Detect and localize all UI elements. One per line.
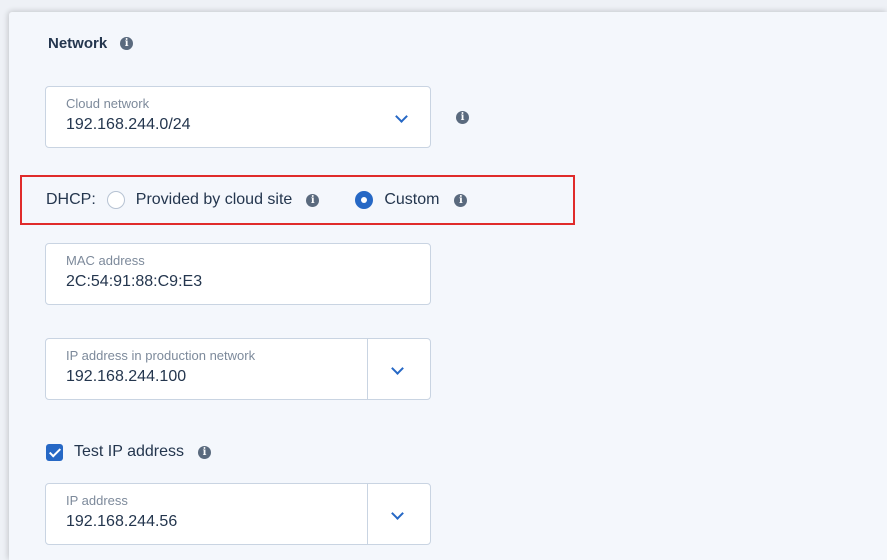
cloud-network-value: 192.168.244.0/24	[66, 116, 191, 133]
production-ip-value: 192.168.244.100	[66, 368, 187, 385]
info-icon[interactable]: i	[306, 193, 320, 207]
info-icon[interactable]: i	[120, 37, 134, 50]
test-ip-checkbox-row[interactable]: Test IP address i	[46, 443, 211, 461]
mac-address-field[interactable]: MAC address 2C:54:91:88:C9:E3	[45, 243, 431, 305]
info-icon[interactable]: i	[456, 111, 469, 124]
test-ip-dropdown-button[interactable]	[367, 484, 430, 544]
info-icon[interactable]: i	[197, 445, 211, 459]
radio-provided-by-cloud-site[interactable]	[106, 191, 125, 209]
checkbox-icon[interactable]	[46, 443, 63, 461]
production-ip-select[interactable]: IP address in production network 192.168…	[45, 338, 431, 400]
cloud-network-select[interactable]: Cloud network 192.168.244.0/24	[45, 86, 431, 148]
section-title: Network i	[48, 35, 134, 52]
chevron-down-icon[interactable]	[391, 507, 404, 520]
mac-address-value: 2C:54:91:88:C9:E3	[66, 273, 203, 290]
production-ip-label: IP address in production network	[66, 348, 256, 363]
dhcp-row: DHCP: Provided by cloud site i Custom i	[46, 191, 468, 209]
chevron-down-icon[interactable]	[391, 362, 404, 375]
test-ip-label: IP address	[66, 493, 128, 508]
info-icon[interactable]: i	[454, 193, 468, 207]
test-ip-value: 192.168.244.56	[66, 513, 178, 530]
radio-label-custom[interactable]: Custom	[384, 191, 439, 209]
cloud-network-label: Cloud network	[66, 96, 150, 111]
test-ip-checkbox-label[interactable]: Test IP address	[74, 443, 184, 461]
production-ip-dropdown-button[interactable]	[367, 339, 430, 399]
test-ip-select[interactable]: IP address 192.168.244.56	[45, 483, 431, 545]
mac-address-label: MAC address	[66, 253, 145, 268]
radio-label-provided-by-cloud-site[interactable]: Provided by cloud site	[136, 191, 293, 209]
section-title-text: Network	[48, 35, 108, 52]
dhcp-label: DHCP:	[46, 191, 96, 208]
radio-custom[interactable]	[355, 191, 374, 209]
chevron-down-icon[interactable]	[395, 110, 408, 123]
